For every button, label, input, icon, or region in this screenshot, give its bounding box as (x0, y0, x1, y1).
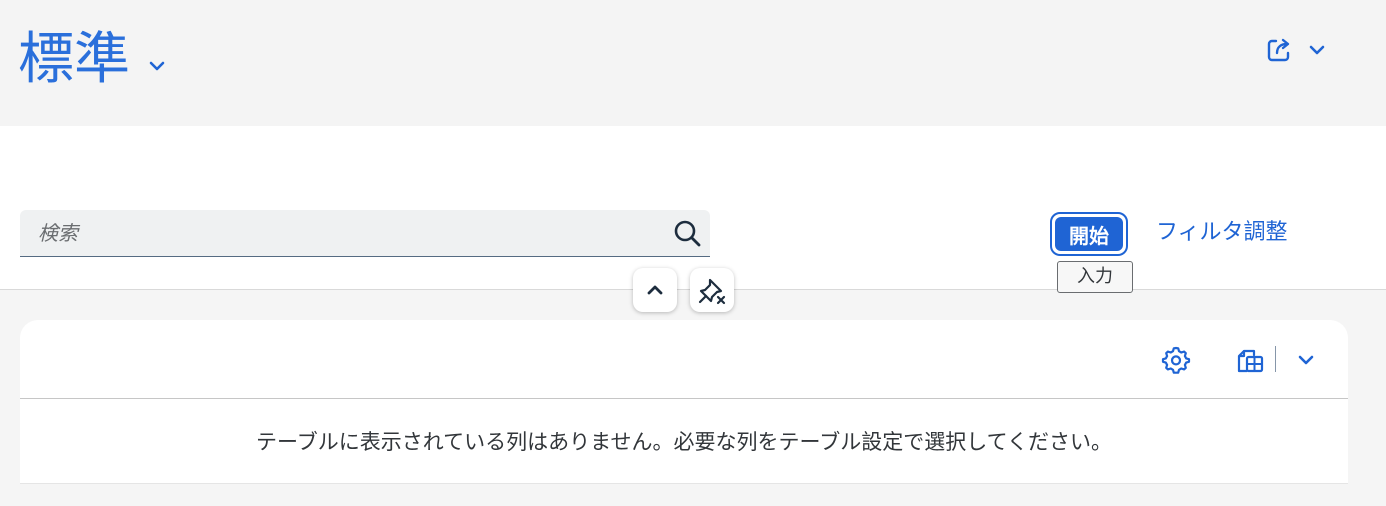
table-settings-button[interactable] (1158, 342, 1194, 378)
page-header: 標準 (0, 0, 1386, 126)
chevron-down-icon (1298, 355, 1314, 365)
gear-icon (1161, 346, 1191, 374)
export-menu-button[interactable] (1288, 342, 1324, 378)
no-data-message: テーブルに表示されている列はありません。必要な列をテーブル設定で選択してください… (20, 400, 1348, 484)
chevron-down-icon[interactable] (1306, 39, 1328, 61)
go-button-label[interactable]: 開始 (1055, 217, 1123, 251)
chevron-up-icon (647, 285, 663, 295)
go-button[interactable]: 開始 (1050, 212, 1128, 256)
table-toolbar (20, 320, 1348, 399)
search-input[interactable] (20, 210, 660, 256)
pin-header-button[interactable] (690, 268, 734, 312)
go-button-tooltip: 入力 (1057, 261, 1133, 293)
filter-bar: 開始 フィルタ調整 入力 (0, 126, 1386, 293)
search-field[interactable] (20, 210, 710, 257)
export-button[interactable] (1232, 342, 1268, 378)
unpin-icon (698, 278, 726, 305)
chevron-down-icon[interactable] (146, 55, 168, 77)
collapse-header-button[interactable] (633, 268, 677, 312)
variant-title[interactable]: 標準 (18, 24, 130, 96)
table-panel: テーブルに表示されている列はありません。必要な列をテーブル設定で選択してください… (20, 320, 1348, 484)
adapt-filters-button[interactable]: フィルタ調整 (1156, 216, 1288, 250)
share-icon (1267, 38, 1290, 62)
variant-selector[interactable]: 標準 (18, 24, 168, 96)
toolbar-separator (1275, 346, 1276, 372)
search-icon[interactable] (672, 218, 702, 248)
export-spreadsheet-icon (1237, 349, 1264, 373)
share-button[interactable] (1264, 32, 1340, 68)
